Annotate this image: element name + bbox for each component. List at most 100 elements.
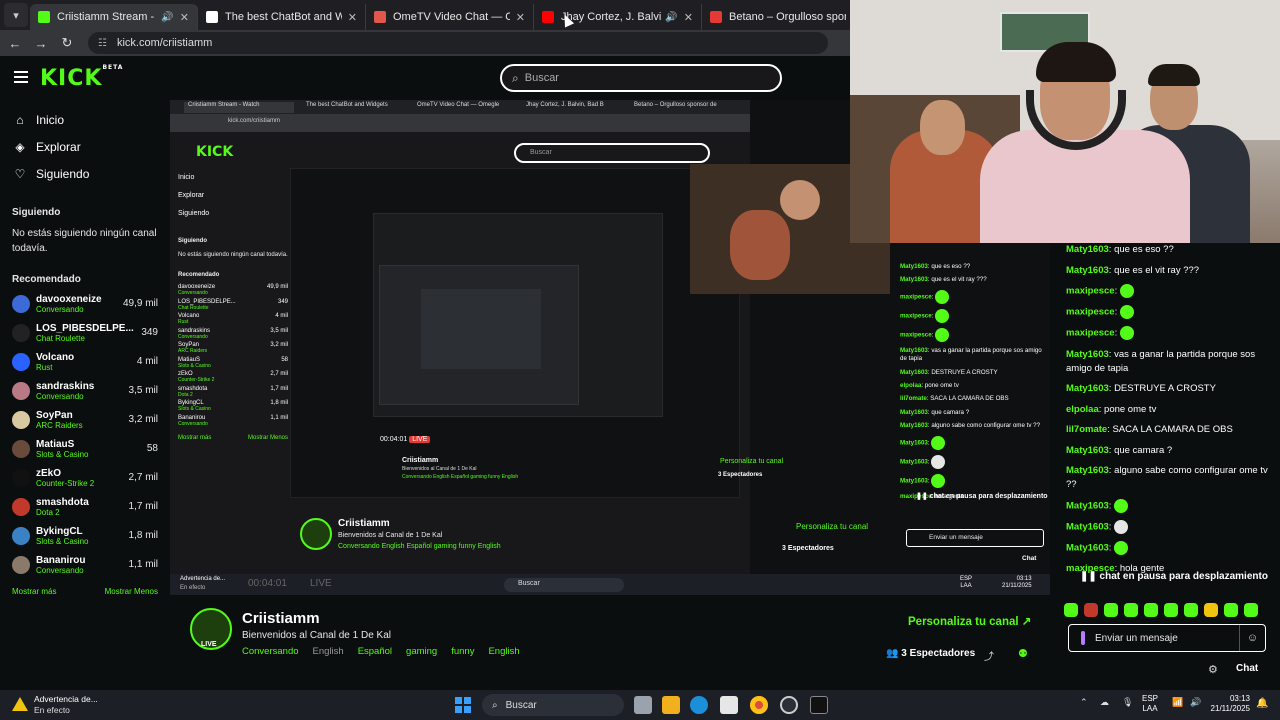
windows-start-icon[interactable] xyxy=(455,697,471,713)
chat-username[interactable]: Maty1603 xyxy=(1066,522,1109,533)
chat-username[interactable]: Maty1603 xyxy=(1066,445,1109,456)
emote-icon[interactable] xyxy=(1224,603,1238,617)
warning-title[interactable]: Advertencia de... xyxy=(34,694,98,704)
channel-tag[interactable]: Español xyxy=(358,646,392,657)
clock[interactable]: 03:13 21/11/2025 xyxy=(1206,694,1250,714)
tab-audio-icon[interactable]: 🔊 xyxy=(161,12,173,23)
browser-tab[interactable]: The best ChatBot and Widgets ✕ xyxy=(198,4,366,30)
task-view-icon[interactable] xyxy=(634,696,652,714)
chat-username[interactable]: Maty1603 xyxy=(900,263,928,270)
chat-messages[interactable]: Maty1603: que es eso ?? Maty1603: que es … xyxy=(1066,243,1276,583)
chat-username[interactable]: Maty1603 xyxy=(1066,465,1109,476)
show-less-link[interactable]: Mostrar Menos xyxy=(105,587,158,596)
site-info-icon[interactable]: ☷ xyxy=(98,38,107,49)
chat-username[interactable]: Maty1603 xyxy=(1066,265,1109,276)
chat-username[interactable]: Maty1603 xyxy=(900,422,928,429)
tab-audio-icon[interactable]: 🔊 xyxy=(665,12,677,23)
tab-close-icon[interactable]: ✕ xyxy=(180,11,189,24)
emote-icon[interactable] xyxy=(1244,603,1258,617)
follow-icon[interactable]: ⚉ xyxy=(1018,647,1028,660)
channel-name[interactable]: Criistiamm xyxy=(242,610,320,627)
reload-icon[interactable]: ↻ xyxy=(56,35,78,51)
browser-tab[interactable]: OmeTV Video Chat — Omegle ✕ xyxy=(366,4,534,30)
recommended-channel[interactable]: LOS_PIBESDELPE... Chat Roulette 349 xyxy=(0,318,170,347)
nav-siguiendo[interactable]: ♡ Siguiendo xyxy=(0,160,170,187)
emote-icon[interactable] xyxy=(1104,603,1118,617)
chat-username[interactable]: Maty1603 xyxy=(1066,349,1109,360)
network-icon[interactable]: ☁ xyxy=(1100,697,1109,708)
emoji-icon[interactable]: ☺ xyxy=(1239,625,1265,651)
channel-tag[interactable]: Conversando xyxy=(242,646,299,657)
forward-icon[interactable]: → xyxy=(30,36,52,51)
emote-icon[interactable] xyxy=(1184,603,1198,617)
emote-icon[interactable] xyxy=(1124,603,1138,617)
tab-close-icon[interactable]: ✕ xyxy=(348,11,357,24)
mic-icon[interactable]: 🎙 xyxy=(1122,697,1133,708)
language-indicator[interactable]: ESP LAA xyxy=(1142,694,1158,714)
personalize-button[interactable]: Personaliza tu canal ↗ xyxy=(908,614,1031,628)
chat-username[interactable]: Maty1603 xyxy=(1066,501,1109,512)
recommended-channel[interactable]: Bananirou Conversando 1,1 mil xyxy=(0,550,170,579)
nav-explorar[interactable]: ◈ Explorar xyxy=(0,133,170,160)
browser-tab[interactable]: Criistiamm Stream - Watch 🔊 ✕ xyxy=(30,4,198,30)
chat-username[interactable]: elpolaa xyxy=(900,382,921,389)
chat-username[interactable]: Maty1603 xyxy=(900,369,928,376)
chat-username[interactable]: Maty1603 xyxy=(900,477,928,484)
chat-username[interactable]: lil7omate xyxy=(1066,424,1107,435)
chat-username[interactable]: Maty1603 xyxy=(900,347,928,354)
chat-username[interactable]: maxipesce xyxy=(1066,328,1115,339)
tray-chevron-icon[interactable]: ⌃ xyxy=(1080,697,1088,708)
recommended-channel[interactable]: MatiauS Slots & Casino 58 xyxy=(0,434,170,463)
obs-icon[interactable] xyxy=(780,696,798,714)
chat-username[interactable]: maxipesce xyxy=(1066,286,1115,297)
volume-icon[interactable]: 🔊 xyxy=(1190,697,1201,708)
file-explorer-icon[interactable] xyxy=(662,696,680,714)
edge-icon[interactable] xyxy=(690,696,708,714)
chat-username[interactable]: maxipesce xyxy=(900,331,932,338)
chat-username[interactable]: Maty1603 xyxy=(900,409,928,416)
chat-username[interactable]: Maty1603 xyxy=(1066,543,1109,554)
chat-input[interactable]: Enviar un mensaje ☺ xyxy=(1068,624,1266,652)
recommended-channel[interactable]: davooxeneize Conversando 49,9 mil xyxy=(0,289,170,318)
notification-icon[interactable]: 🔔 xyxy=(1256,698,1268,709)
recommended-channel[interactable]: BykingCL Slots & Casino 1,8 mil xyxy=(0,521,170,550)
store-icon[interactable] xyxy=(720,696,738,714)
chat-username[interactable]: Maty1603 xyxy=(900,276,928,283)
chat-paused-banner[interactable]: ❚❚ chat en pausa para desplazamiento xyxy=(1080,571,1268,582)
emote-icon[interactable] xyxy=(1204,603,1218,617)
recommended-channel[interactable]: smashdota Dota 2 1,7 mil xyxy=(0,492,170,521)
channel-tag[interactable]: English xyxy=(488,646,519,657)
chat-username[interactable]: elpolaa xyxy=(1066,404,1099,415)
tab-search-button[interactable]: ▾ xyxy=(4,3,28,27)
browser-tab[interactable]: Betano – Orgulloso sponsor de✕ xyxy=(702,4,870,30)
kick-logo[interactable]: KICKBETA xyxy=(40,64,123,91)
taskbar-search[interactable]: ⌕ Buscar xyxy=(482,694,624,716)
recommended-channel[interactable]: zEkO Counter-Strike 2 2,7 mil xyxy=(0,463,170,492)
show-more-link[interactable]: Mostrar más xyxy=(12,587,56,596)
tab-close-icon[interactable]: ✕ xyxy=(516,11,525,24)
emote-icon[interactable] xyxy=(1164,603,1178,617)
nav-inicio[interactable]: ⌂ Inicio xyxy=(0,106,170,133)
emote-icon[interactable] xyxy=(1064,603,1078,617)
channel-tag[interactable]: funny xyxy=(451,646,474,657)
recommended-channel[interactable]: sandraskins Conversando 3,5 mil xyxy=(0,376,170,405)
emote-icon[interactable] xyxy=(1144,603,1158,617)
emote-icon[interactable] xyxy=(1084,603,1098,617)
recommended-channel[interactable]: Volcano Rust 4 mil xyxy=(0,347,170,376)
chat-username[interactable]: maxipesce xyxy=(900,293,932,300)
chat-send-button[interactable]: Chat xyxy=(1236,663,1258,674)
channel-tag[interactable]: gaming xyxy=(406,646,437,657)
url-field[interactable]: ☷ kick.com/criistiamm xyxy=(88,32,828,54)
chat-username[interactable]: maxipesce xyxy=(900,312,932,319)
menu-icon[interactable] xyxy=(14,71,28,83)
chrome-icon[interactable] xyxy=(750,696,768,714)
chat-username[interactable]: Maty1603 xyxy=(1066,244,1109,255)
wifi-icon[interactable]: 📶 xyxy=(1172,697,1183,708)
search-input[interactable]: ⌕ Buscar xyxy=(500,64,782,92)
chat-settings-icon[interactable]: ⚙ xyxy=(1208,663,1218,676)
channel-tag[interactable]: English xyxy=(313,646,344,657)
share-icon[interactable]: ⤴ xyxy=(984,648,994,663)
chat-username[interactable]: Maty1603 xyxy=(1066,383,1109,394)
back-icon[interactable]: ← xyxy=(4,36,26,51)
epic-games-icon[interactable] xyxy=(810,696,828,714)
